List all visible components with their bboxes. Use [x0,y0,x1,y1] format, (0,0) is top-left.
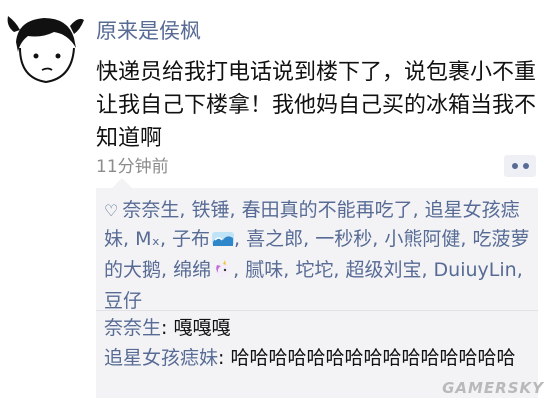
liker-separator: , [516,259,523,281]
liker-name[interactable]: 小熊阿健 [384,228,460,250]
liker-name[interactable]: 豆仔 [104,290,142,312]
liker-name[interactable]: 腻味 [245,259,283,281]
liker-separator: , [421,259,434,281]
liker-name[interactable]: 超级刘宝 [345,259,421,281]
comment-item[interactable]: 奈奈生: 嘎嘎嘎 [104,314,530,342]
liker-separator: , [234,228,247,250]
liker-separator: , [303,228,316,250]
comment-author[interactable]: 奈奈生 [104,317,161,339]
comment-text: 嘎嘎嘎 [173,317,231,339]
comment-author[interactable]: 追星女孩痣妹 [104,347,218,369]
liker-name[interactable]: 春田真的不能再吃了 [242,199,413,221]
comment-text: 哈哈哈哈哈哈哈哈哈哈哈哈哈哈哈 [230,347,516,369]
liker-name[interactable]: DuiuyLin [434,259,517,281]
liker-name[interactable]: 一秒秒 [315,228,372,250]
liker-separator: , [333,259,346,281]
liker-name[interactable]: Mₓ [135,228,160,250]
likes-list: ♡ 奈奈生, 铁锤, 春田真的不能再吃了, 追星女孩痣妹, Mₓ, 子布, 喜之郎… [104,196,530,315]
liker-separator: , [372,228,385,250]
wave-emoji-icon [212,228,235,256]
heart-outline-icon: ♡ [104,201,119,220]
more-actions-button[interactable] [504,155,536,177]
comment-separator: : [218,347,231,369]
liker-separator: , [123,228,136,250]
divider [96,310,538,311]
liker-separator: , [159,228,173,250]
comment-item[interactable]: 追星女孩痣妹: 哈哈哈哈哈哈哈哈哈哈哈哈哈哈哈 [104,344,530,372]
dot-icon [522,163,529,169]
liker-name[interactable]: 奈奈生 [122,199,179,221]
liker-separator: , [460,228,473,250]
avatar[interactable] [6,8,86,88]
liker-name[interactable]: 绵绵 [173,259,211,281]
comment-separator: : [161,317,174,339]
liker-name[interactable]: 子布 [172,228,210,250]
liker-name[interactable]: 铁锤 [191,199,229,221]
comment-area-caret [112,178,132,188]
liker-name[interactable]: 喜之郎 [246,228,303,250]
post-author-name[interactable]: 原来是侯枫 [96,18,201,44]
liker-separator: , [283,259,296,281]
post-text: 快递员给我打电话说到楼下了，说包裹小不重让我自己下楼拿！我他妈自己买的冰箱当我不… [96,60,537,151]
liker-name[interactable]: 坨坨 [295,259,333,281]
post-timestamp: 11分钟前 [96,157,169,177]
liker-separator: , [412,199,425,221]
liker-separator: , [229,199,242,221]
liker-separator: , [233,259,246,281]
likes-names: 奈奈生, 铁锤, 春田真的不能再吃了, 追星女孩痣妹, Mₓ, 子布, 喜之郎,… [104,199,529,312]
watermark-logo: GAMERSKY [442,379,544,397]
liker-separator: , [161,259,174,281]
dot-icon [511,163,518,169]
unicorn-emoji-icon [213,259,233,287]
liker-separator: , [179,199,192,221]
doodle-girl-avatar-icon [7,16,84,84]
